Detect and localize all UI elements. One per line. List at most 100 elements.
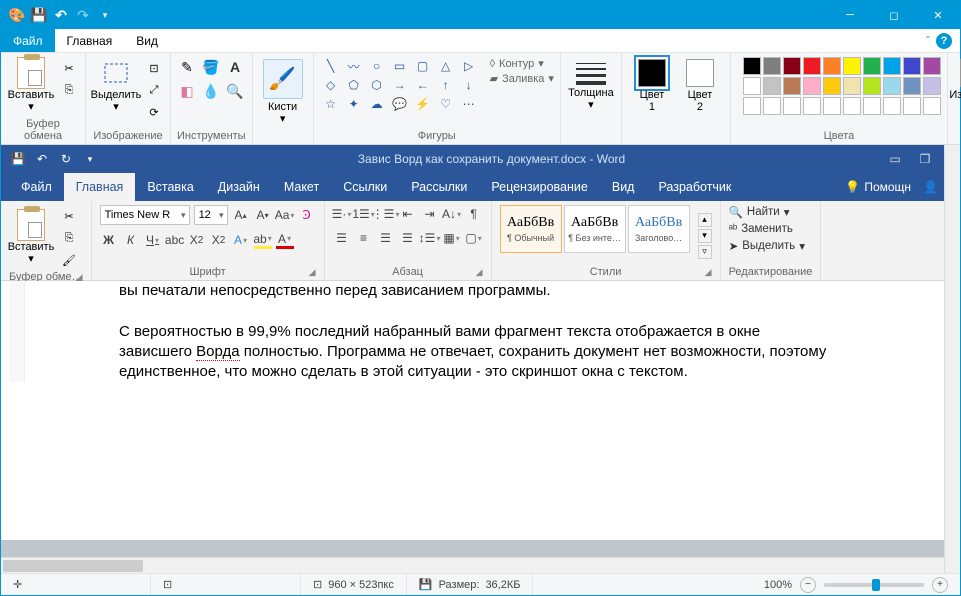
color-swatch[interactable] xyxy=(903,77,921,95)
wtab-view[interactable]: Вид xyxy=(600,173,647,201)
color-swatch[interactable] xyxy=(743,77,761,95)
color-swatch[interactable] xyxy=(823,77,841,95)
color1-button[interactable]: Цвет 1 xyxy=(628,57,676,113)
color-swatch[interactable] xyxy=(823,97,841,115)
dialog-launcher-icon[interactable]: ◢ xyxy=(476,267,483,278)
color-swatch[interactable] xyxy=(923,77,941,95)
eyedropper-icon[interactable]: 💧 xyxy=(201,81,221,101)
word-qat-customize-icon[interactable]: ▾ xyxy=(81,150,99,168)
word-paste-button[interactable]: Вставить▾ xyxy=(9,205,53,269)
color-swatch[interactable] xyxy=(863,57,881,75)
wtab-insert[interactable]: Вставка xyxy=(135,173,205,201)
styles-scroll-down-icon[interactable]: ▾ xyxy=(698,229,712,243)
qat-redo-icon[interactable]: ↷ xyxy=(73,5,93,25)
wtab-file[interactable]: Файл xyxy=(9,173,64,201)
account-icon[interactable]: 👤 xyxy=(923,180,938,194)
rotate-icon[interactable]: ⟳ xyxy=(144,103,164,121)
styles-more-icon[interactable]: ▿ xyxy=(698,245,712,259)
paint-horizontal-scrollbar[interactable] xyxy=(1,557,944,573)
qat-save-icon[interactable]: 💾 xyxy=(29,5,49,25)
zoom-slider[interactable] xyxy=(824,583,924,587)
help-icon[interactable]: ? xyxy=(936,33,952,49)
edit-colors-button[interactable]: Изменение цветов xyxy=(954,57,961,113)
crop-icon[interactable]: ⊡ xyxy=(144,59,164,77)
shape-outline-button[interactable]: ◊Контур ▾ xyxy=(490,57,554,70)
color-swatch[interactable] xyxy=(863,77,881,95)
color-swatch[interactable] xyxy=(803,97,821,115)
paint-vertical-scrollbar[interactable] xyxy=(944,145,960,573)
wtab-developer[interactable]: Разработчик xyxy=(646,173,743,201)
color-swatch[interactable] xyxy=(803,57,821,75)
decrease-indent-icon[interactable]: ⇤ xyxy=(399,205,417,223)
sort-icon[interactable]: A↓ xyxy=(443,205,461,223)
minimize-button[interactable]: ─ xyxy=(828,1,872,29)
bold-button[interactable]: Ж xyxy=(100,231,118,249)
zoom-icon[interactable]: 🔍 xyxy=(225,81,245,101)
bullets-icon[interactable]: ☰· xyxy=(333,205,351,223)
borders-icon[interactable]: ▢ xyxy=(465,229,483,247)
justify-icon[interactable]: ☰ xyxy=(399,229,417,247)
wtab-references[interactable]: Ссылки xyxy=(331,173,399,201)
shading-icon[interactable]: ▦ xyxy=(443,229,461,247)
cut-icon[interactable]: ✂ xyxy=(59,59,79,77)
color-swatch[interactable] xyxy=(923,97,941,115)
show-marks-icon[interactable]: ¶ xyxy=(465,205,483,223)
color-swatch[interactable] xyxy=(903,57,921,75)
replace-button[interactable]: ᵃᵇЗаменить xyxy=(729,223,805,235)
eraser-icon[interactable]: ◧ xyxy=(177,81,197,101)
word-cut-icon[interactable]: ✂ xyxy=(59,207,79,225)
ribbon-collapse-icon[interactable]: ˆ xyxy=(926,34,930,48)
brushes-button[interactable]: 🖌️ Кисти▾ xyxy=(259,57,307,125)
wtab-design[interactable]: Дизайн xyxy=(206,173,272,201)
shapes-gallery[interactable]: ╲〰○▭▢△▷ ◇⬠⬡→←↑↓ ☆✦☁💬⚡♡⋯ xyxy=(320,57,480,113)
wtab-mailings[interactable]: Рассылки xyxy=(399,173,479,201)
color-swatch[interactable] xyxy=(783,57,801,75)
color-swatch[interactable] xyxy=(883,97,901,115)
clear-formatting-icon[interactable]: Ꜿ xyxy=(298,206,316,224)
style-normal[interactable]: АаБбВв¶ Обычный xyxy=(500,205,562,253)
dialog-launcher-icon[interactable]: ◢ xyxy=(705,267,712,278)
color-palette[interactable] xyxy=(743,57,941,115)
copy-icon[interactable]: ⎘ xyxy=(59,81,79,99)
tab-home[interactable]: Главная xyxy=(55,29,125,52)
tell-me-button[interactable]: 💡 Помощн xyxy=(845,180,911,194)
font-name-select[interactable]: Times New R xyxy=(100,205,190,225)
strikethrough-icon[interactable]: abc xyxy=(166,231,184,249)
word-restore-icon[interactable]: ❐ xyxy=(914,150,936,168)
wtab-home[interactable]: Главная xyxy=(64,173,136,201)
styles-scroll-up-icon[interactable]: ▴ xyxy=(698,213,712,227)
line-spacing-icon[interactable]: ↕☰ xyxy=(421,229,439,247)
color-swatch[interactable] xyxy=(743,97,761,115)
shape-fill-button[interactable]: ▰Заливка ▾ xyxy=(490,72,554,85)
word-save-icon[interactable]: 💾 xyxy=(9,150,27,168)
text-icon[interactable]: A xyxy=(225,57,245,77)
thickness-button[interactable]: Толщина▾ xyxy=(567,57,615,111)
tab-file[interactable]: Файл xyxy=(1,29,55,52)
align-left-icon[interactable]: ☰ xyxy=(333,229,351,247)
color-swatch[interactable] xyxy=(763,57,781,75)
word-redo-icon[interactable]: ↻ xyxy=(57,150,75,168)
shrink-font-icon[interactable]: A▾ xyxy=(254,206,272,224)
text-effects-icon[interactable]: A xyxy=(232,231,250,249)
change-case-icon[interactable]: Aa xyxy=(276,206,294,224)
word-copy-icon[interactable]: ⎘ xyxy=(59,229,79,247)
word-ribbon-options-icon[interactable]: ▭ xyxy=(884,150,906,168)
pencil-icon[interactable]: ✎ xyxy=(177,57,197,77)
zoom-out-button[interactable]: − xyxy=(800,577,816,593)
color-swatch[interactable] xyxy=(763,97,781,115)
numbering-icon[interactable]: 1☰ xyxy=(355,205,373,223)
color-swatch[interactable] xyxy=(903,97,921,115)
color-swatch[interactable] xyxy=(783,97,801,115)
align-center-icon[interactable]: ≡ xyxy=(355,229,373,247)
qat-undo-icon[interactable]: ↶ xyxy=(51,5,71,25)
style-heading1[interactable]: АаБбВвЗаголово… xyxy=(628,205,690,253)
paste-button[interactable]: Вставить▾ xyxy=(7,57,55,113)
increase-indent-icon[interactable]: ⇥ xyxy=(421,205,439,223)
color-swatch[interactable] xyxy=(883,57,901,75)
font-size-select[interactable]: 12 xyxy=(194,205,228,225)
resize-icon[interactable]: ⤢ xyxy=(144,81,164,99)
tab-view[interactable]: Вид xyxy=(124,29,170,52)
font-color-icon[interactable]: A xyxy=(276,231,294,249)
dialog-launcher-icon[interactable]: ◢ xyxy=(309,267,316,278)
color-swatch[interactable] xyxy=(883,77,901,95)
